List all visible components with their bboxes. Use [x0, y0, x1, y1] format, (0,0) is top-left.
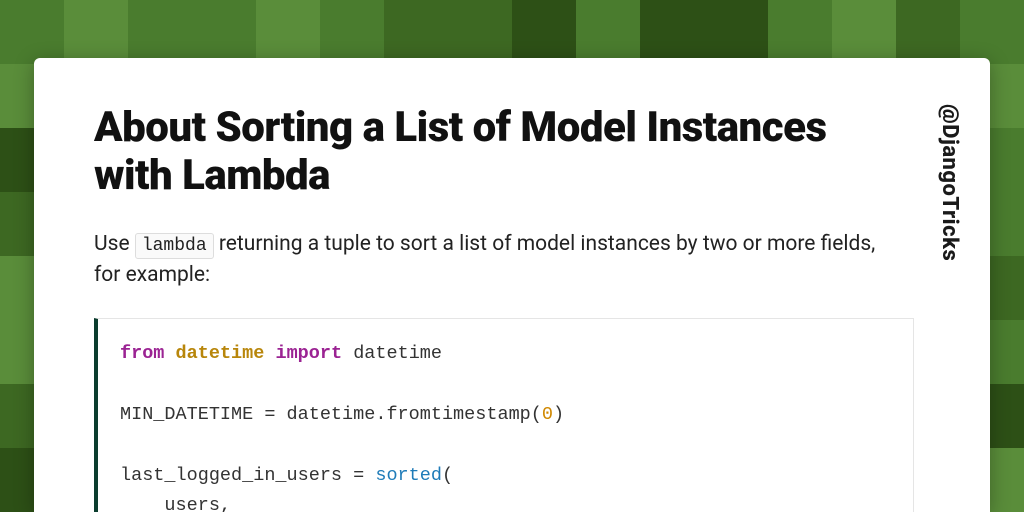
article-title: About Sorting a List of Model Instances …	[94, 104, 854, 201]
keyword-from: from	[120, 343, 164, 364]
code-text: )	[553, 404, 564, 425]
code-block: from datetime import datetime MIN_DATETI…	[94, 318, 914, 512]
article-card: @DjangoTricks About Sorting a List of Mo…	[34, 58, 990, 512]
keyword-import: import	[275, 343, 342, 364]
code-text: (	[442, 465, 453, 486]
code-text: last_logged_in_users =	[120, 465, 375, 486]
code-text: users,	[120, 495, 231, 512]
intro-text-before: Use	[94, 232, 135, 256]
code-text: datetime	[342, 343, 442, 364]
author-handle: @DjangoTricks	[937, 104, 962, 261]
code-text: MIN_DATETIME = datetime.fromtimestamp(	[120, 404, 542, 425]
builtin-sorted: sorted	[375, 465, 442, 486]
number-literal: 0	[542, 404, 553, 425]
intro-paragraph: Use lambda returning a tuple to sort a l…	[94, 229, 894, 292]
module-datetime: datetime	[176, 343, 265, 364]
inline-code: lambda	[135, 233, 214, 259]
